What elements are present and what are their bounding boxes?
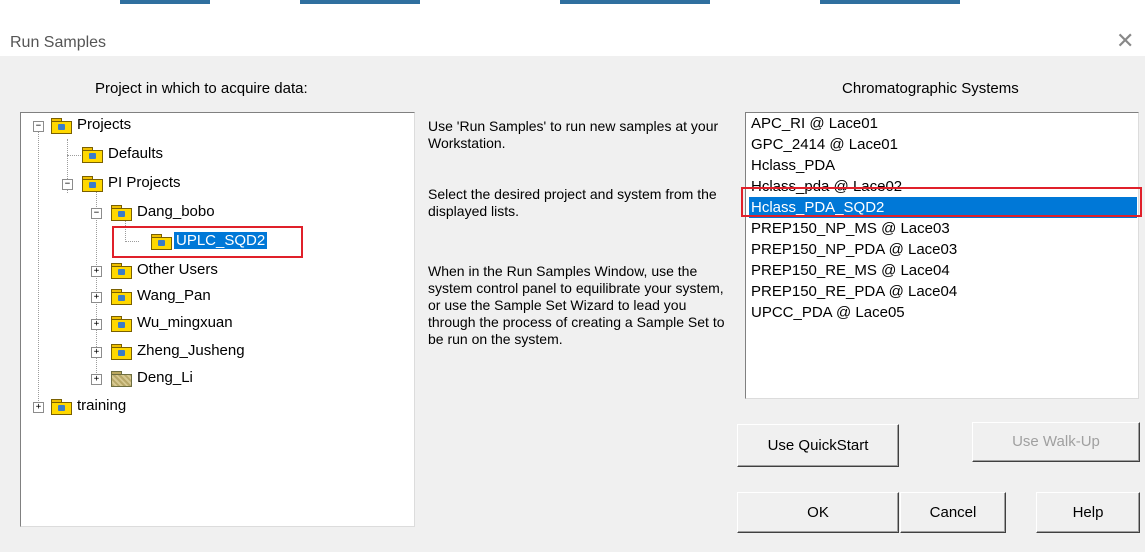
use-quickstart-button[interactable]: Use QuickStart (737, 424, 899, 467)
expand-icon[interactable]: + (91, 292, 102, 303)
close-icon[interactable]: ✕ (1116, 30, 1134, 52)
description-paragraph-1: Use 'Run Samples' to run new samples at … (428, 118, 719, 151)
folder-icon (51, 399, 72, 415)
folder-icon (51, 118, 72, 134)
tree-node-other-users[interactable]: + Other Users (21, 260, 411, 282)
folder-icon (111, 263, 132, 279)
tree-label: Projects (77, 116, 132, 133)
folder-icon (111, 371, 132, 387)
system-item[interactable]: PREP150_RE_PDA @ Lace04 (749, 281, 1137, 302)
tree-label: Deng_Li (137, 369, 193, 386)
tree-label: Wu_mingxuan (137, 314, 233, 331)
folder-icon (111, 205, 132, 221)
expand-icon[interactable]: + (91, 319, 102, 330)
tree-label: Defaults (108, 145, 164, 162)
tree-node-wu-mingxuan[interactable]: + Wu_mingxuan (21, 313, 411, 335)
expand-icon[interactable]: + (91, 347, 102, 358)
folder-icon (111, 316, 132, 332)
background-strip-segment (560, 0, 710, 4)
systems-heading: Chromatographic Systems (842, 80, 1019, 97)
title-bar: Run Samples ✕ (0, 10, 1145, 56)
ok-button[interactable]: OK (737, 492, 899, 533)
background-strip-segment (820, 0, 960, 4)
system-item[interactable]: Hclass_pda @ Lace02 (749, 176, 1137, 197)
use-walkup-button[interactable]: Use Walk-Up (972, 422, 1140, 462)
tree-label: Other Users (137, 261, 218, 278)
system-item[interactable]: PREP150_RE_MS @ Lace04 (749, 260, 1137, 281)
collapse-icon[interactable]: − (62, 179, 73, 190)
tree-label: training (77, 397, 127, 414)
collapse-icon[interactable]: − (91, 208, 102, 219)
collapse-icon[interactable]: − (33, 121, 44, 132)
project-tree[interactable]: − Projects Defaults − PI Projects − Dang… (20, 112, 415, 527)
tree-label: Zheng_Jusheng (137, 342, 245, 359)
systems-list[interactable]: APC_RI @ Lace01 GPC_2414 @ Lace01 Hclass… (745, 112, 1139, 399)
tree-node-uplc-sqd2[interactable]: UPLC_SQD2 (21, 231, 411, 253)
tree-label: PI Projects (108, 174, 181, 191)
tree-node-training[interactable]: + training (21, 396, 411, 418)
tree-node-wang-pan[interactable]: + Wang_Pan (21, 286, 411, 308)
description-paragraph-2: Select the desired project and system fr… (428, 186, 717, 219)
tree-label: Dang_bobo (137, 203, 215, 220)
tree-label: Wang_Pan (137, 287, 211, 304)
folder-icon (151, 234, 172, 250)
system-item[interactable]: PREP150_NP_MS @ Lace03 (749, 218, 1137, 239)
system-item[interactable]: PREP150_NP_PDA @ Lace03 (749, 239, 1137, 260)
cancel-button[interactable]: Cancel (900, 492, 1006, 533)
tree-node-projects[interactable]: − Projects (21, 115, 411, 137)
tree-node-zheng-jusheng[interactable]: + Zheng_Jusheng (21, 341, 411, 363)
folder-icon (111, 289, 132, 305)
tree-node-pi-projects[interactable]: − PI Projects (21, 173, 411, 195)
description-paragraph-3: When in the Run Samples Window, use the … (428, 263, 725, 347)
background-strip-segment (300, 0, 420, 4)
system-item-selected[interactable]: Hclass_PDA_SQD2 (749, 197, 1137, 218)
background-strip (0, 0, 1145, 10)
tree-node-defaults[interactable]: Defaults (21, 144, 411, 166)
system-item[interactable]: UPCC_PDA @ Lace05 (749, 302, 1137, 323)
tree-node-deng-li[interactable]: + Deng_Li (21, 368, 411, 390)
help-button[interactable]: Help (1036, 492, 1140, 533)
project-heading: Project in which to acquire data: (95, 80, 308, 97)
tree-node-dang-bobo[interactable]: − Dang_bobo (21, 202, 411, 224)
expand-icon[interactable]: + (91, 266, 102, 277)
folder-icon (111, 344, 132, 360)
folder-icon (82, 176, 103, 192)
tree-label: UPLC_SQD2 (174, 232, 268, 249)
system-item[interactable]: Hclass_PDA (749, 155, 1137, 176)
expand-icon[interactable]: + (33, 402, 44, 413)
window-title: Run Samples (10, 34, 107, 51)
system-item[interactable]: APC_RI @ Lace01 (749, 113, 1137, 134)
background-strip-segment (120, 0, 210, 4)
expand-icon[interactable]: + (91, 374, 102, 385)
folder-icon (82, 147, 103, 163)
system-item[interactable]: GPC_2414 @ Lace01 (749, 134, 1137, 155)
